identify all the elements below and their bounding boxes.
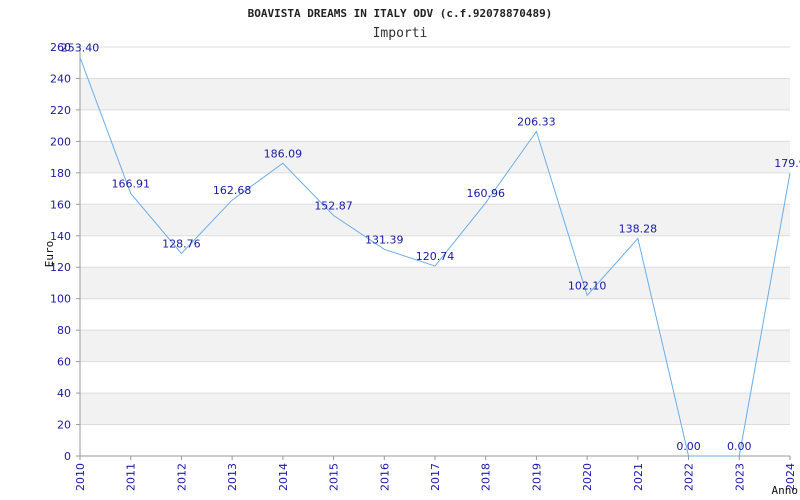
x-tick-label: 2013 [226, 463, 239, 491]
y-tick-label: 220 [50, 104, 71, 117]
grid-band [80, 78, 790, 110]
data-label: 138.28 [619, 222, 658, 235]
x-tick-label: 2022 [683, 463, 696, 491]
data-label: 128.76 [162, 237, 201, 250]
x-tick-label: 2019 [530, 463, 543, 491]
chart-title: BOAVISTA DREAMS IN ITALY ODV (c.f.920788… [248, 7, 553, 20]
y-tick-label: 60 [57, 356, 71, 369]
x-tick-label: 2010 [74, 463, 87, 491]
data-label: 179.9 [774, 157, 800, 170]
y-tick-label: 20 [57, 419, 71, 432]
data-label: 253.40 [61, 41, 100, 54]
line-chart: 020406080100120140160180200220240260 201… [43, 7, 800, 497]
x-tick-label: 2018 [480, 463, 493, 491]
data-label: 0.00 [727, 440, 752, 453]
y-tick-label: 160 [50, 198, 71, 211]
y-tick-label: 80 [57, 324, 71, 337]
data-label: 186.09 [264, 147, 303, 160]
data-label: 152.87 [314, 200, 353, 213]
grid-band [80, 267, 790, 299]
y-axis-title: Euro [43, 241, 56, 268]
y-tick-label: 240 [50, 72, 71, 85]
grid-band [80, 330, 790, 362]
data-label: 131.39 [365, 233, 404, 246]
y-tick-label: 40 [57, 387, 71, 400]
x-tick-label: 2017 [429, 463, 442, 491]
data-label: 162.68 [213, 184, 252, 197]
x-tick-label: 2015 [328, 463, 341, 491]
data-label: 166.91 [111, 177, 150, 190]
y-tick-label: 180 [50, 167, 71, 180]
y-tick-label: 100 [50, 293, 71, 306]
x-tick-label: 2016 [378, 463, 391, 491]
x-tick-label: 2011 [125, 463, 138, 491]
data-label: 206.33 [517, 115, 556, 128]
grid-band [80, 204, 790, 236]
x-tick-label: 2023 [733, 463, 746, 491]
grid-band [80, 393, 790, 425]
grid-band [80, 141, 790, 173]
data-label: 120.74 [416, 250, 455, 263]
x-tick-label: 2021 [632, 463, 645, 491]
data-label: 160.96 [466, 187, 505, 200]
y-tick-label: 0 [64, 450, 71, 463]
x-tick-label: 2014 [277, 463, 290, 491]
data-label: 0.00 [676, 440, 701, 453]
x-axis-ticks: 2010 2011 2012 2013 2014 2015 2016 2017 2018 2019… [74, 456, 797, 491]
y-tick-label: 200 [50, 135, 71, 148]
chart-subtitle: Importi [373, 26, 428, 41]
x-tick-label: 2020 [581, 463, 594, 491]
data-label: 102.10 [568, 279, 607, 292]
x-axis-title: Anno [772, 484, 799, 497]
x-tick-label: 2012 [175, 463, 188, 491]
